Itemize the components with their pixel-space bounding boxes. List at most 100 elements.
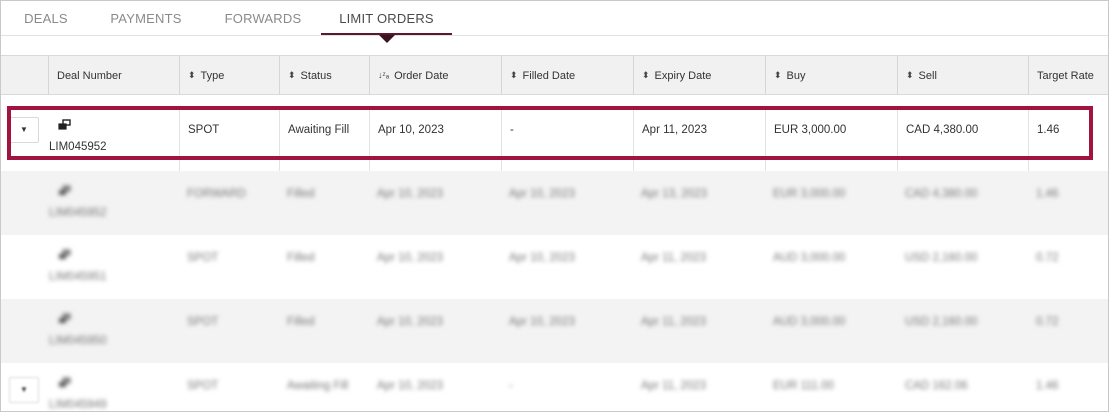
- order-date-value: Apr 10, 2023: [378, 124, 444, 136]
- buy-cell: AUD 3,000.00: [765, 235, 897, 299]
- header-status[interactable]: ⬍ Status: [279, 56, 369, 95]
- tab-forwards[interactable]: FORWARDS: [213, 1, 313, 35]
- filled-date-value: Apr 10, 2023: [509, 188, 575, 200]
- header-expander: [1, 56, 48, 95]
- table-spacer: [1, 95, 1108, 107]
- header-label: Target Rate: [1037, 70, 1094, 82]
- buy-cell: EUR 111.00: [765, 363, 897, 411]
- tab-payments[interactable]: PAYMENTS: [101, 1, 191, 35]
- expander-cell: [1, 235, 48, 299]
- header-label: Buy: [786, 70, 806, 82]
- type-value: SPOT: [187, 252, 219, 264]
- type-cell: SPOT: [179, 299, 279, 363]
- buy-cell: EUR 3,000.00: [765, 171, 897, 235]
- deal-number-cell: [48, 107, 179, 171]
- buy-value: EUR 3,000.00: [773, 188, 846, 200]
- status-value: Awaiting Fill: [287, 380, 349, 392]
- header-label: Expiry Date: [654, 70, 712, 82]
- header-label: Filled Date: [522, 70, 576, 82]
- deal-number[interactable]: LIM045952: [49, 141, 107, 153]
- expiry-date-cell: Apr 11, 2023: [633, 235, 765, 299]
- tabs-divider: [1, 35, 1108, 36]
- sell-cell: USD 2,160.00: [897, 235, 1028, 299]
- copy-icon[interactable]: [58, 313, 72, 325]
- header-sell[interactable]: ⬍ Sell: [897, 56, 1028, 95]
- table-row[interactable]: ▼ LIM045952 SPOT Awaiting Fill Apr 10, 2…: [1, 107, 1108, 171]
- sort-icon: ⬍: [906, 70, 914, 80]
- filled-date-value: Apr 10, 2023: [509, 316, 575, 328]
- filled-date-cell: Apr 10, 2023: [501, 299, 633, 363]
- target-rate-value: 0.72: [1036, 316, 1059, 328]
- copy-icon[interactable]: [58, 185, 72, 197]
- filled-date-cell: -: [501, 107, 633, 171]
- header-label: Status: [300, 70, 332, 82]
- deal-number[interactable]: LIM045951: [49, 271, 107, 283]
- copy-icon[interactable]: [58, 377, 72, 389]
- status-cell: Filled: [279, 171, 369, 235]
- filled-date-cell: Apr 10, 2023: [501, 235, 633, 299]
- buy-cell: AUD 3,000.00: [765, 299, 897, 363]
- expiry-date-value: Apr 11, 2023: [642, 124, 708, 136]
- status-value: Filled: [287, 188, 315, 200]
- row-expand-button[interactable]: ▼: [9, 117, 39, 143]
- row-expand-button[interactable]: ▼: [9, 377, 39, 403]
- sell-value: CAD 162.06: [905, 380, 968, 392]
- order-date-cell: Apr 10, 2023: [369, 299, 501, 363]
- header-order-date[interactable]: ↓ᶻₐ Order Date: [369, 56, 501, 95]
- target-rate-value: 1.46: [1037, 124, 1060, 136]
- target-rate-cell: 0.72: [1028, 299, 1108, 363]
- target-rate-value: 1.46: [1036, 188, 1059, 200]
- deal-number[interactable]: LIM045949: [49, 399, 107, 411]
- type-cell: SPOT: [179, 235, 279, 299]
- copy-icon[interactable]: [58, 249, 72, 261]
- deal-number-cell: LIM045952: [48, 171, 179, 235]
- sell-cell: CAD 4,380.00: [897, 107, 1028, 171]
- filled-date-value: Apr 10, 2023: [509, 252, 575, 264]
- order-date-cell: Apr 10, 2023: [369, 235, 501, 299]
- order-date-value: Apr 10, 2023: [377, 188, 443, 200]
- status-value: Filled: [287, 316, 315, 328]
- order-date-value: Apr 10, 2023: [377, 380, 443, 392]
- expiry-date-value: Apr 11, 2023: [641, 316, 707, 328]
- expiry-date-cell: Apr 13, 2023: [633, 171, 765, 235]
- tab-limit-orders[interactable]: LIMIT ORDERS: [321, 1, 452, 35]
- header-label: Deal Number: [57, 70, 122, 82]
- expiry-date-cell: Apr 11, 2023: [633, 107, 765, 171]
- sell-value: CAD 4,380.00: [906, 124, 979, 136]
- target-rate-cell: 1.46: [1028, 363, 1108, 411]
- sell-value: USD 2,160.00: [905, 252, 978, 264]
- type-value: FORWARD: [187, 188, 246, 200]
- expander-cell: ▼: [1, 363, 48, 411]
- header-filled-date[interactable]: ⬍ Filled Date: [501, 56, 633, 95]
- status-cell: Awaiting Fill: [279, 107, 369, 171]
- table-row[interactable]: LIM045950 SPOT Filled Apr 10, 2023 Apr 1…: [1, 299, 1108, 363]
- deal-number[interactable]: LIM045950: [49, 335, 107, 347]
- table-row[interactable]: LIM045951 SPOT Filled Apr 10, 2023 Apr 1…: [1, 235, 1108, 299]
- target-rate-value: 0.72: [1036, 252, 1059, 264]
- sell-cell: USD 2,160.00: [897, 299, 1028, 363]
- header-buy[interactable]: ⬍ Buy: [765, 56, 897, 95]
- deal-number-cell: LIM045951: [48, 235, 179, 299]
- expiry-date-value: Apr 11, 2023: [641, 380, 707, 392]
- copy-icon[interactable]: [58, 119, 72, 131]
- table-row[interactable]: LIM045952 FORWARD Filled Apr 10, 2023 Ap…: [1, 171, 1108, 235]
- order-date-cell: Apr 10, 2023: [369, 363, 501, 411]
- expiry-date-value: Apr 11, 2023: [641, 252, 707, 264]
- type-cell: SPOT: [179, 107, 279, 171]
- buy-value: AUD 3,000.00: [773, 252, 846, 264]
- sell-value: USD 2,160.00: [905, 316, 978, 328]
- header-target-rate[interactable]: Target Rate: [1028, 56, 1108, 95]
- active-tab-caret-icon: [379, 35, 395, 43]
- deal-number-cell: LIM045950: [48, 299, 179, 363]
- header-expiry-date[interactable]: ⬍ Expiry Date: [633, 56, 765, 95]
- header-type[interactable]: ⬍ Type: [179, 56, 279, 95]
- tab-deals[interactable]: DEALS: [11, 1, 81, 35]
- status-cell: Filled: [279, 235, 369, 299]
- table-row[interactable]: ▼ LIM045949 SPOT Awaiting Fill Apr 10, 2…: [1, 363, 1108, 411]
- type-value: SPOT: [187, 380, 219, 392]
- deal-number[interactable]: LIM045952: [49, 207, 107, 219]
- header-label: Type: [200, 70, 225, 82]
- sort-icon: ⬍: [188, 70, 196, 80]
- header-deal-number[interactable]: Deal Number: [48, 56, 179, 95]
- buy-value: EUR 3,000.00: [774, 124, 847, 136]
